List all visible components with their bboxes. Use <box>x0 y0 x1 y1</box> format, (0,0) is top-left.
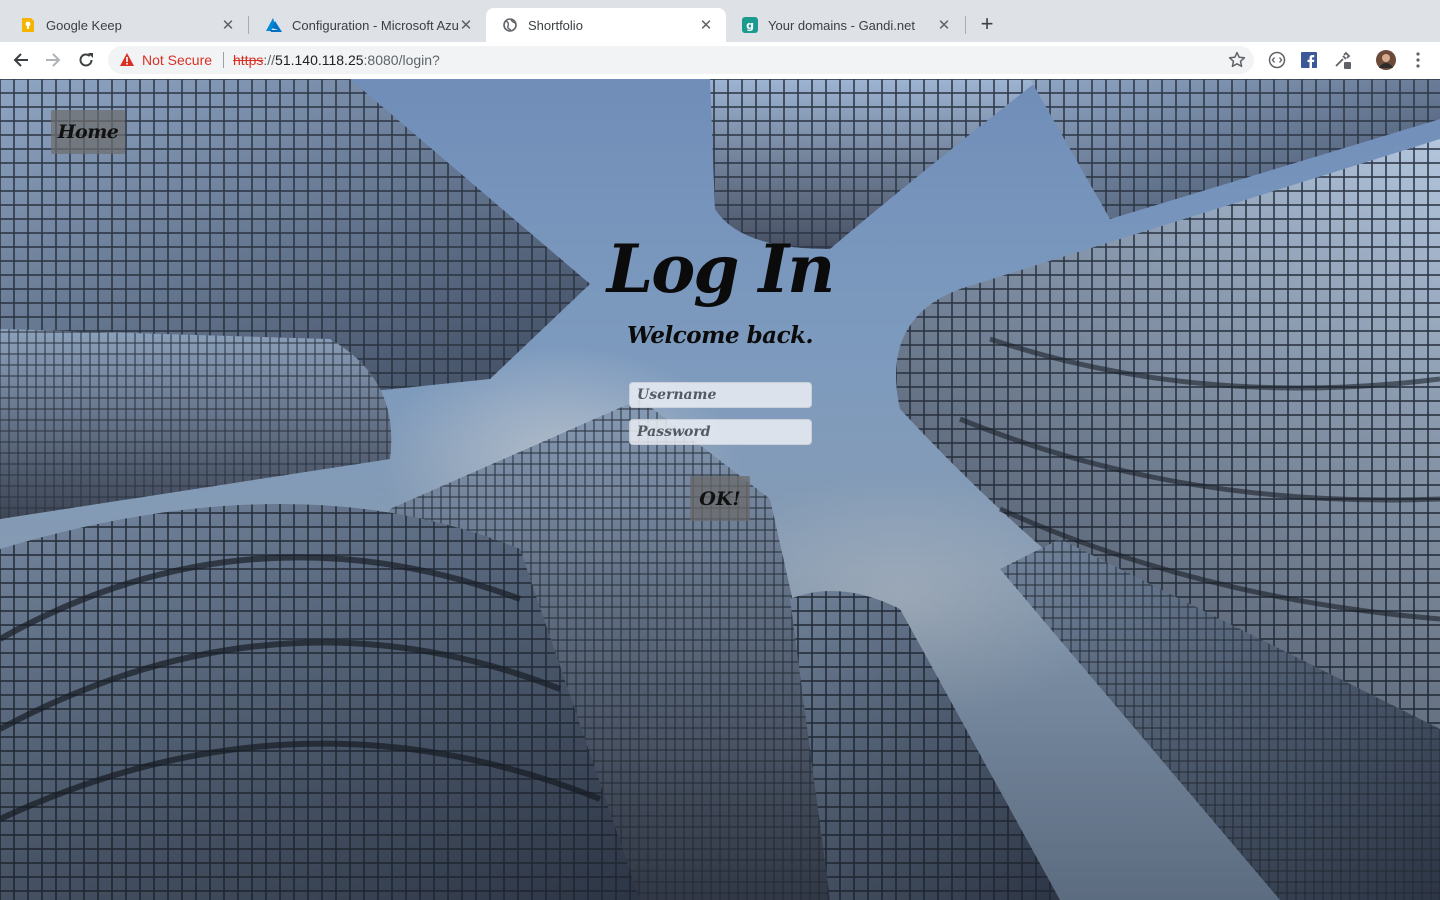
tab-gandi[interactable]: g Your domains - Gandi.net ✕ <box>726 8 964 42</box>
password-input[interactable] <box>629 419 812 445</box>
tab-strip: Google Keep ✕ Configuration - Microsoft … <box>0 0 1440 42</box>
browser-toolbar: Not Secure https://51.140.118.25:8080/lo… <box>0 42 1440 80</box>
page-title: Log In <box>606 230 835 308</box>
security-label[interactable]: Not Secure <box>142 52 212 68</box>
new-tab-plus-icon[interactable]: + <box>976 13 998 35</box>
close-icon[interactable]: ✕ <box>698 17 714 34</box>
welcome-subtitle: Welcome back. <box>626 322 814 349</box>
url-host: 51.140.118.25 <box>275 52 364 68</box>
bookmark-star-icon[interactable] <box>1228 51 1246 69</box>
more-vert-icon[interactable] <box>1409 51 1427 69</box>
username-input[interactable] <box>629 382 812 408</box>
url-scheme: https <box>233 52 264 68</box>
close-icon[interactable]: ✕ <box>220 17 236 34</box>
tab-shortfolio[interactable]: Shortfolio ✕ <box>486 8 726 42</box>
forward-arrow-icon[interactable] <box>41 48 65 72</box>
omnibox-divider <box>223 52 224 68</box>
svg-text:g: g <box>746 19 754 32</box>
warning-triangle-icon[interactable] <box>120 53 134 71</box>
eyedropper-extension-icon[interactable] <box>1333 51 1351 69</box>
tab-title: Configuration - Microsoft Azure <box>292 17 458 33</box>
url-separator: :// <box>263 52 276 68</box>
facebook-icon[interactable] <box>1300 51 1318 69</box>
home-button[interactable]: Home <box>51 110 125 154</box>
tab-title: Shortfolio <box>528 17 583 33</box>
google-keep-icon <box>20 17 36 33</box>
address-bar[interactable]: Not Secure https://51.140.118.25:8080/lo… <box>108 46 1254 74</box>
page-viewport: Home Log In Welcome back. OK! <box>0 79 1440 900</box>
reload-icon[interactable] <box>74 48 98 72</box>
tab-title: Your domains - Gandi.net <box>768 17 915 33</box>
close-icon[interactable]: ✕ <box>458 17 474 34</box>
close-icon[interactable]: ✕ <box>936 17 952 34</box>
tab-divider <box>965 16 966 34</box>
globe-icon <box>502 17 518 33</box>
url-path: :8080/login? <box>363 52 440 68</box>
submit-button[interactable]: OK! <box>690 476 750 521</box>
tab-azure[interactable]: Configuration - Microsoft Azure ✕ <box>250 8 486 42</box>
azure-icon <box>266 17 282 33</box>
tab-google-keep[interactable]: Google Keep ✕ <box>4 8 248 42</box>
url-text[interactable]: https://51.140.118.25:8080/login? <box>233 52 440 68</box>
gandi-icon: g <box>742 17 758 33</box>
tab-divider <box>248 16 249 34</box>
extension-code-icon[interactable] <box>1268 51 1286 69</box>
back-arrow-icon[interactable] <box>9 48 33 72</box>
avatar[interactable] <box>1376 50 1396 70</box>
tab-title: Google Keep <box>46 17 122 33</box>
